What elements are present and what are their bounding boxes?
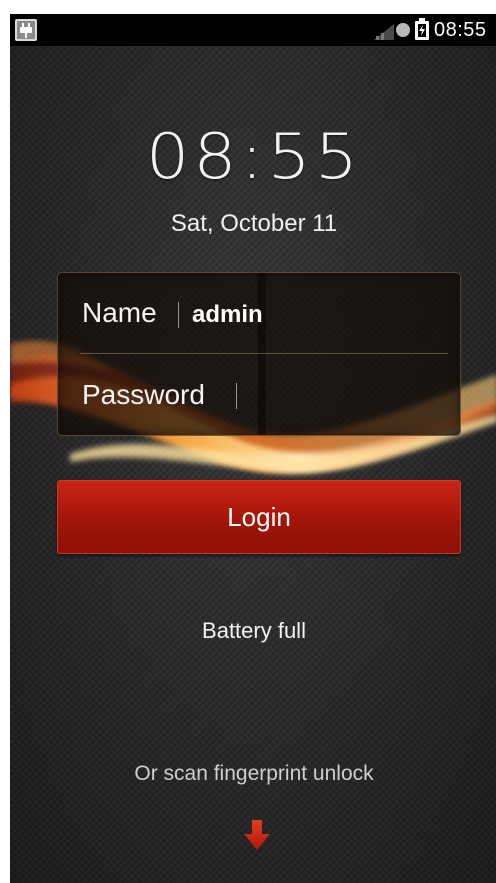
usb-icon (15, 19, 37, 41)
name-label: Name (82, 297, 157, 328)
name-field[interactable]: admin (192, 301, 263, 329)
battery-charging-icon (415, 18, 429, 40)
status-bar: 08:55 (10, 14, 496, 46)
lockscreen: 08:55 08:55 Sat, October 11 Name admin P… (10, 14, 496, 883)
lockscreen-clock: 08:55 (146, 121, 362, 194)
password-label: Password (82, 379, 205, 410)
status-time: 08:55 (434, 19, 487, 41)
login-button[interactable]: Login (57, 480, 461, 554)
signal-icon (374, 24, 394, 40)
field-divider (80, 353, 448, 354)
password-cursor (236, 383, 237, 409)
password-field[interactable] (244, 373, 444, 417)
fingerprint-hint: Or scan fingerprint unlock (134, 762, 374, 785)
sync-icon (396, 23, 410, 37)
arrow-down-icon[interactable] (244, 820, 270, 850)
lockscreen-date: Sat, October 11 (170, 210, 338, 237)
name-field-separator (178, 302, 179, 328)
login-form: Name admin Password (57, 272, 461, 436)
battery-status-text: Battery full (202, 618, 306, 643)
